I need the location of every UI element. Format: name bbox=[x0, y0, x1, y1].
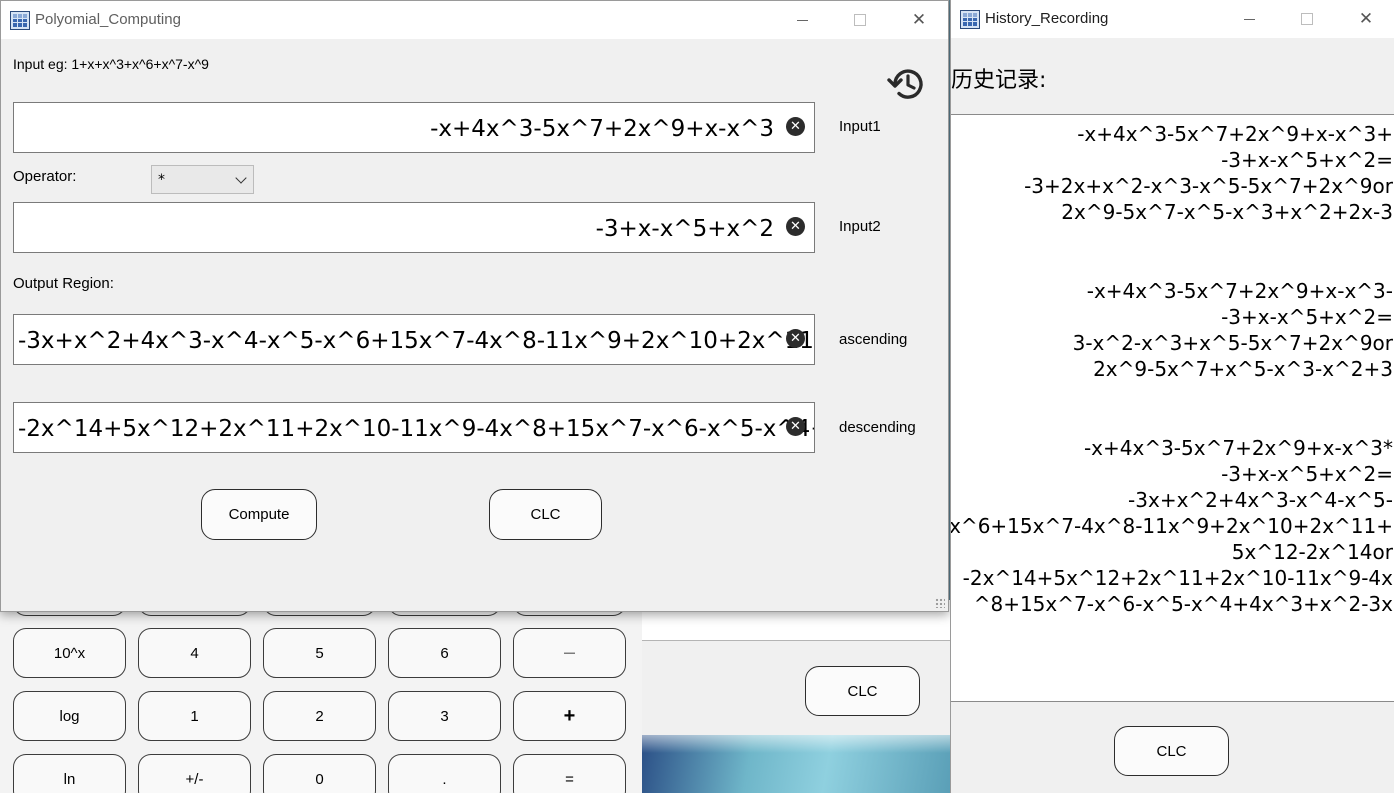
history-list[interactable]: -x+4x^3-5x^7+2x^9+x-x^3+ -3+x-x^5+x^2= -… bbox=[951, 114, 1394, 702]
history-line: 3-x^2-x^3+x^5-5x^7+2x^9or bbox=[1072, 331, 1393, 355]
history-line: -3+x-x^5+x^2= bbox=[1221, 148, 1393, 172]
window-title: Polyomial_Computing bbox=[35, 11, 181, 28]
history-entry: -x+4x^3-5x^7+2x^9+x-x^3* -3+x-x^5+x^2= -… bbox=[951, 435, 1393, 617]
maximize-button[interactable] bbox=[848, 8, 872, 32]
x-circle-icon[interactable]: ✕ bbox=[786, 217, 805, 236]
descending-output-field[interactable]: -2x^14+5x^12+2x^11+2x^10-11x^9-4x^8+15x^… bbox=[13, 402, 815, 453]
history-line: x^6+15x^7-4x^8-11x^9+2x^10+2x^11+ bbox=[951, 514, 1393, 538]
calc-key-5[interactable]: 5 bbox=[263, 628, 376, 678]
input1-value: -x+4x^3-5x^7+2x^9+x-x^3 bbox=[430, 116, 774, 142]
history-line: -2x^14+5x^12+2x^11+2x^10-11x^9-4x bbox=[962, 566, 1393, 590]
calc-key-log[interactable]: log bbox=[13, 691, 126, 741]
background-clc-button[interactable]: CLC bbox=[805, 666, 920, 716]
history-line: -x+4x^3-5x^7+2x^9+x-x^3* bbox=[1083, 436, 1393, 460]
calc-key-ln[interactable]: ln bbox=[13, 754, 126, 793]
calc-key-negate[interactable]: +/- bbox=[138, 754, 251, 793]
history-heading: 历史记录: bbox=[951, 68, 1047, 93]
operator-label: Operator: bbox=[13, 168, 77, 185]
descending-label: descending bbox=[839, 419, 916, 436]
polynomial-computing-window: Polyomial_Computing ✕ Input eg: 1+x+x^3+… bbox=[0, 0, 949, 612]
close-button[interactable]: ✕ bbox=[907, 8, 931, 32]
operator-value: * bbox=[158, 172, 165, 188]
calc-key-4[interactable]: 4 bbox=[138, 628, 251, 678]
input2-label: Input2 bbox=[839, 218, 881, 235]
title-bar[interactable]: Polyomial_Computing ✕ bbox=[1, 1, 948, 39]
ascending-value: -3x+x^2+4x^3-x^4-x^5-x^6+15x^7-4x^8-11x^… bbox=[18, 328, 814, 354]
input1-label: Input1 bbox=[839, 118, 881, 135]
calculator-app-icon bbox=[10, 11, 30, 30]
x-circle-icon[interactable]: ✕ bbox=[786, 417, 805, 436]
input2-value: -3+x-x^5+x^2 bbox=[595, 216, 774, 242]
input2-field[interactable]: -3+x-x^5+x^2 ✕ bbox=[13, 202, 815, 253]
history-line: 2x^9-5x^7+x^5-x^3-x^2+3 bbox=[1093, 357, 1393, 381]
descending-value: -2x^14+5x^12+2x^11+2x^10-11x^9-4x^8+15x^… bbox=[18, 416, 814, 442]
history-line: ^8+15x^7-x^6-x^5-x^4+4x^3+x^2-3x bbox=[973, 592, 1393, 616]
ascending-label: ascending bbox=[839, 331, 908, 348]
calc-key-decimal[interactable]: . bbox=[388, 754, 501, 793]
history-line: -3+x-x^5+x^2= bbox=[1221, 462, 1393, 486]
calc-key-plus[interactable]: + bbox=[513, 691, 626, 741]
history-line: -3x+x^2+4x^3-x^4-x^5- bbox=[1128, 488, 1393, 512]
compute-button[interactable]: Compute bbox=[201, 489, 317, 540]
history-recording-window: History_Recording ✕ 历史记录: -x+4x^3-5x^7+2… bbox=[950, 0, 1394, 793]
calc-key-3[interactable]: 3 bbox=[388, 691, 501, 741]
clc-button[interactable]: CLC bbox=[489, 489, 602, 540]
history-line: -x+4x^3-5x^7+2x^9+x-x^3- bbox=[1086, 279, 1393, 303]
calc-key-2[interactable]: 2 bbox=[263, 691, 376, 741]
calc-key-6[interactable]: 6 bbox=[388, 628, 501, 678]
input-example-hint: Input eg: 1+x+x^3+x^6+x^7-x^9 bbox=[13, 56, 209, 72]
minimize-button[interactable] bbox=[790, 8, 814, 32]
history-entry: -x+4x^3-5x^7+2x^9+x-x^3+ -3+x-x^5+x^2= -… bbox=[1024, 121, 1393, 225]
close-button[interactable]: ✕ bbox=[1354, 7, 1378, 31]
history-line: -3+2x+x^2-x^3-x^5-5x^7+2x^9or bbox=[1024, 174, 1393, 198]
history-clc-button[interactable]: CLC bbox=[1114, 726, 1229, 776]
calc-key-equals[interactable]: = bbox=[513, 754, 626, 793]
calc-key-1[interactable]: 1 bbox=[138, 691, 251, 741]
minimize-button[interactable] bbox=[1237, 7, 1261, 31]
calc-key-minus[interactable]: — bbox=[513, 628, 626, 678]
resize-grip[interactable] bbox=[935, 598, 945, 608]
history-window-title: History_Recording bbox=[985, 10, 1109, 27]
background-desktop-image bbox=[642, 735, 950, 793]
output-region-label: Output Region: bbox=[13, 275, 114, 292]
x-circle-icon[interactable]: ✕ bbox=[786, 329, 805, 348]
operator-select[interactable]: * bbox=[151, 165, 254, 194]
calc-key-0[interactable]: 0 bbox=[263, 754, 376, 793]
calc-key-10-pow-x[interactable]: 10^x bbox=[13, 628, 126, 678]
maximize-button[interactable] bbox=[1295, 7, 1319, 31]
history-line: -3+x-x^5+x^2= bbox=[1221, 305, 1393, 329]
history-line: 5x^12-2x^14or bbox=[1231, 540, 1393, 564]
ascending-output-field[interactable]: -3x+x^2+4x^3-x^4-x^5-x^6+15x^7-4x^8-11x^… bbox=[13, 314, 815, 365]
history-clock-icon[interactable] bbox=[887, 64, 927, 104]
history-entry: -x+4x^3-5x^7+2x^9+x-x^3- -3+x-x^5+x^2= 3… bbox=[1073, 278, 1393, 382]
history-line: -x+4x^3-5x^7+2x^9+x-x^3+ bbox=[1077, 122, 1393, 146]
input1-field[interactable]: -x+4x^3-5x^7+2x^9+x-x^3 ✕ bbox=[13, 102, 815, 153]
calculator-app-icon bbox=[960, 10, 980, 29]
history-title-bar[interactable]: History_Recording ✕ bbox=[951, 0, 1394, 38]
history-line: 2x^9-5x^7-x^5-x^3+x^2+2x-3 bbox=[1061, 200, 1393, 224]
chevron-down-icon bbox=[235, 172, 247, 184]
x-circle-icon[interactable]: ✕ bbox=[786, 117, 805, 136]
